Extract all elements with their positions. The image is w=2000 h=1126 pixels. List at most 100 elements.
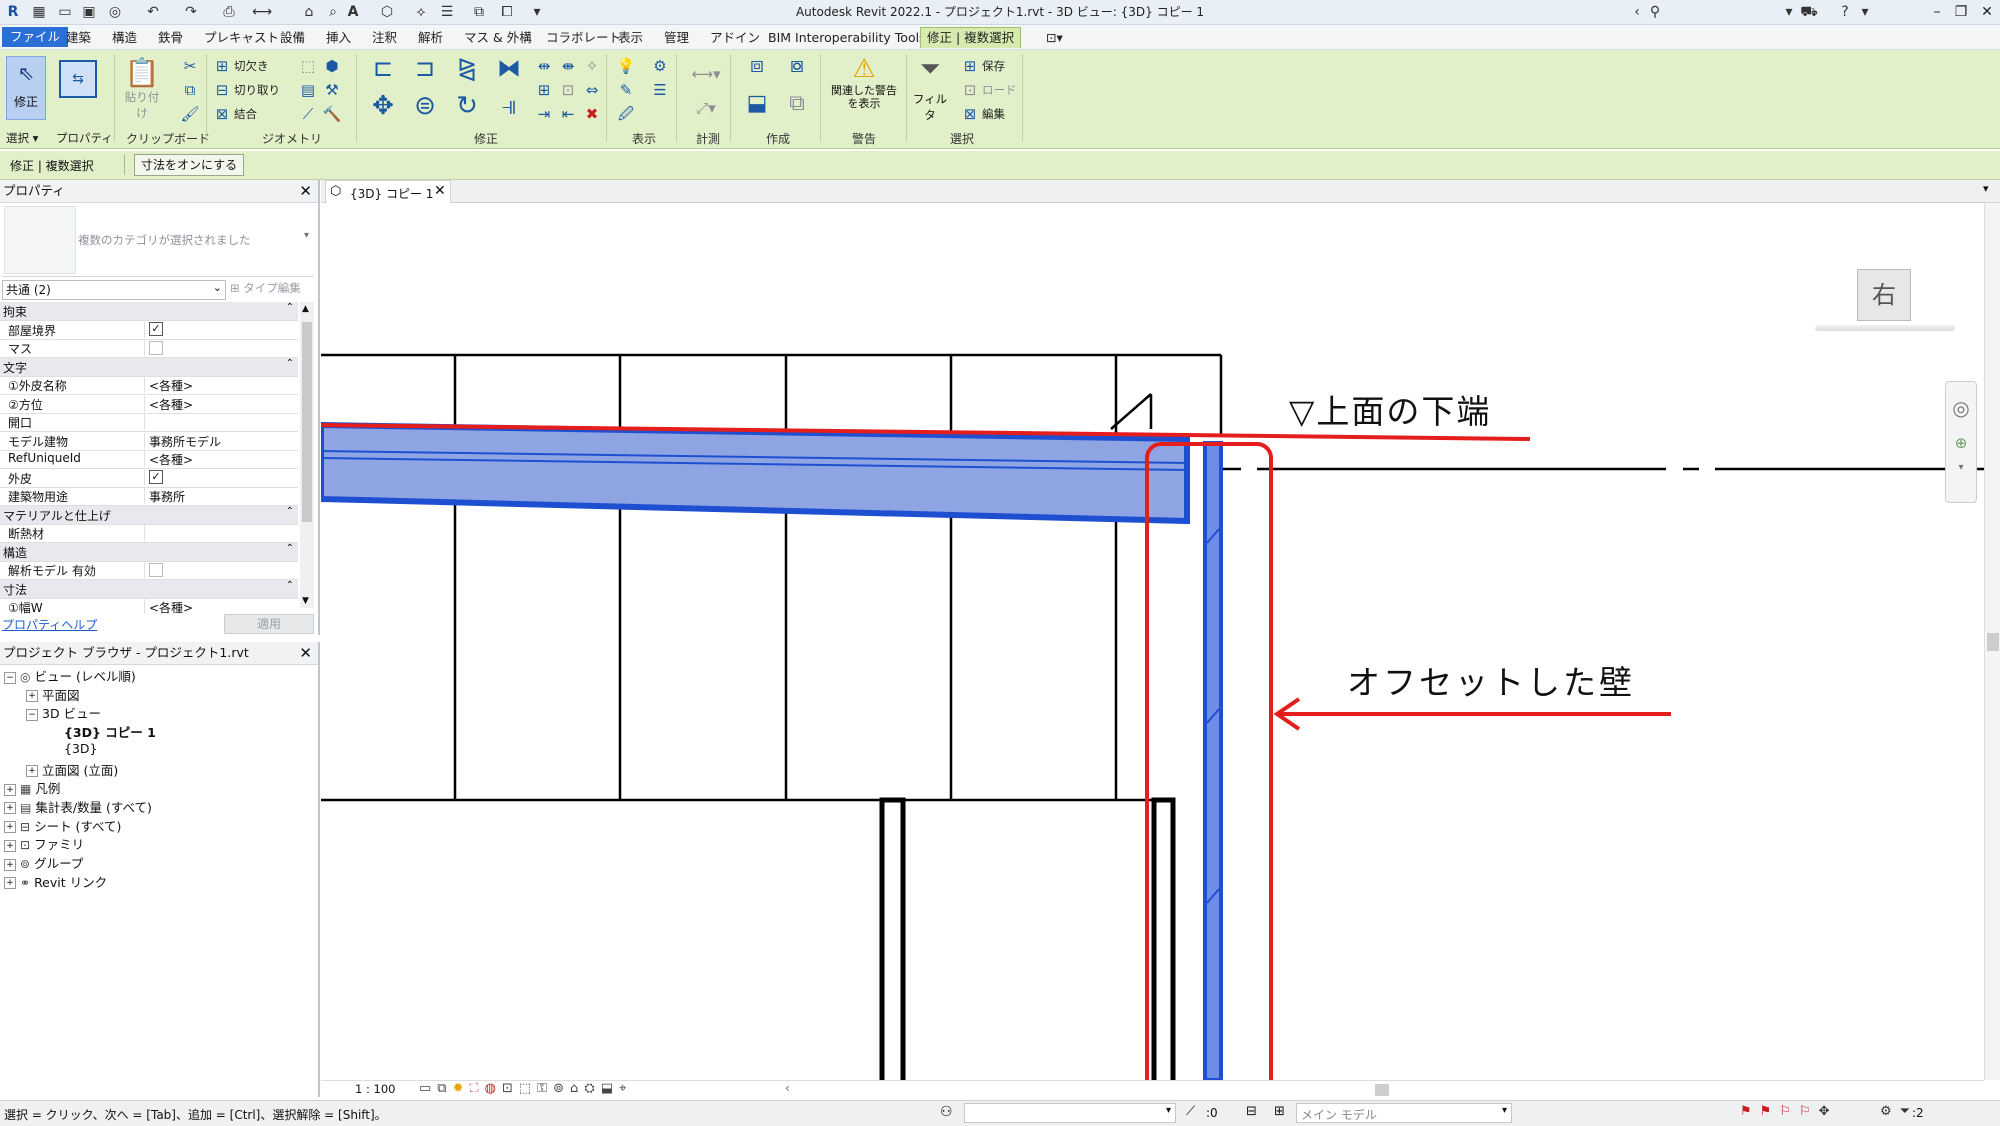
join-roof-icon[interactable]: ⟋ [298,104,318,124]
property-value[interactable] [144,414,289,430]
expand-icon[interactable]: + [4,839,16,852]
cut-scissors-icon[interactable]: ✂ [180,56,200,76]
browser-item[interactable]: + ⊡ ファミリ [4,834,84,853]
dropdown-icon[interactable]: ▾ [1780,3,1798,21]
horizontal-scroll-thumb[interactable] [1375,1084,1389,1096]
split-element-icon[interactable]: ⇹ [534,56,554,76]
tab-massing-site[interactable]: マス & 外構 [462,28,534,48]
property-row[interactable]: ①外皮名称 <各種> [0,376,298,395]
workset-select[interactable]: ▾ [964,1103,1176,1123]
property-row[interactable]: ②方位 <各種> [0,395,298,414]
design-option-select[interactable]: メイン モデル ▾ [1296,1103,1512,1123]
view-scale[interactable]: 1 : 100 [355,1082,395,1096]
expand-icon[interactable]: + [4,802,16,815]
paint-brush-icon[interactable]: 🖉 [616,104,636,124]
tab-view[interactable]: 表示 [616,28,645,48]
property-row[interactable]: ①幅W <各種> [0,598,298,614]
property-row[interactable]: 外皮 ✓ [0,469,298,488]
close-icon[interactable]: ✕ [299,180,312,202]
load-selection-label[interactable]: ロード [982,82,1017,98]
close-icon[interactable]: ✕ [299,642,312,664]
save-selection-label[interactable]: 保存 [982,58,1005,74]
selected-roof-slab[interactable] [321,421,1190,525]
hammer-icon[interactable]: 🔨 [322,104,342,124]
collapse-icon[interactable]: ⌃ [286,580,294,591]
scroll-left-icon[interactable]: ‹ [785,1081,790,1095]
property-category[interactable]: 拘束 ⌃ [0,302,298,321]
copy-element-icon[interactable]: ⊜ [410,93,440,126]
view-tab-3d-copy[interactable]: ⬡ {3D} コピー 1 ✕ [325,180,451,203]
trim-extend-icon[interactable]: ⫣ [494,93,524,126]
browser-item[interactable]: + ⊚ グループ [4,853,83,872]
show-related-warnings-button[interactable]: ⚠ 関連した警告 を表示 [826,54,902,124]
close-window-button[interactable]: ✕ [1972,2,2000,22]
save-selection-icon[interactable]: ⊞ [960,56,980,76]
property-row[interactable]: 建築物用途 事務所 [0,487,298,506]
main-model-icon[interactable]: ⊞ [1274,1104,1285,1119]
match-type-icon[interactable]: 🖌 [180,104,200,124]
offset-icon[interactable]: ⊐ [410,56,440,88]
property-value[interactable] [144,525,289,541]
tab-bim-interop[interactable]: BIM Interoperability Tools [766,28,928,48]
property-value[interactable]: <各種> [144,451,289,467]
steering-wheel-icon[interactable]: ◎ [1946,396,1976,420]
properties-scrollbar[interactable]: ▲ ▼ [300,302,314,608]
browser-item[interactable]: + ⊟ シート (すべて) [4,816,121,835]
cart-icon[interactable]: ⛟ [1800,3,1818,21]
mirror-draw-icon[interactable]: ⧓ [494,56,524,88]
browser-item[interactable]: −3D ビュー [26,703,101,722]
collapse-icon[interactable]: ⌃ [286,506,294,517]
property-row[interactable]: 解析モデル 有効 [0,561,298,580]
property-value[interactable]: <各種> [144,599,289,614]
delete-icon[interactable]: ✖ [582,104,602,124]
browser-item[interactable]: {3D} [48,741,97,756]
expand-icon[interactable]: + [26,765,38,777]
browser-item[interactable]: + 平面図 [26,685,80,704]
tab-collaborate[interactable]: コラボレート [544,28,623,48]
collapse-icon[interactable]: ⌃ [286,543,294,554]
browser-item[interactable]: + ⚭ Revit リンク [4,872,107,891]
collapse-icon[interactable]: ⌃ [286,358,294,369]
expand-icon[interactable]: + [26,690,38,703]
type-selector[interactable]: 複数のカテゴリが選択されました ▾ [2,204,314,277]
tab-insert[interactable]: 挿入 [324,28,353,48]
aligned-dimension-icon[interactable]: ⤢▾ [686,98,726,118]
property-value[interactable]: <各種> [144,395,289,412]
tab-annotate[interactable]: 注釈 [370,28,399,48]
scroll-up-icon[interactable]: ▲ [302,304,309,314]
offset-wall[interactable] [1203,441,1223,1080]
expand-icon[interactable]: + [4,858,16,871]
join-label[interactable]: 結合 [234,106,257,122]
ribbon-minimize-toggle[interactable]: ⊡▾ [1044,28,1065,48]
mirror-axis-icon[interactable]: ⧎ [452,56,482,88]
tab-addins[interactable]: アドイン [708,28,762,48]
property-row[interactable]: RefUniqueId <各種> [0,450,298,469]
tab-file[interactable]: ファイル [2,27,69,47]
tab-systems[interactable]: 設備 [278,28,307,48]
create-similar-icon[interactable]: ⧉ [782,93,812,124]
scroll-thumb[interactable] [302,322,312,522]
properties-help-link[interactable]: プロパティヘルプ [2,616,97,633]
tab-modify-multiselect[interactable]: 修正 | 複数選択 [920,27,1022,48]
expand-icon[interactable]: + [4,783,16,796]
drawing-canvas[interactable]: ▽上面の下端 オフセットした壁 右 ◎ ⊕ ▾ [321,203,1984,1080]
help-dropdown-icon[interactable]: ▾ [1856,3,1874,21]
tab-structure[interactable]: 構造 [110,28,139,48]
edit-type-button[interactable]: ⊞ タイプ編集 [230,280,301,296]
paste-button[interactable]: 📋 貼り付け [120,56,164,120]
nav-chevron-down-icon[interactable]: ▾ [1946,462,1976,473]
tab-steel[interactable]: 鉄骨 [156,28,185,48]
property-value[interactable]: <各種> [144,377,289,393]
cope-icon[interactable]: ⊞ [212,56,232,76]
linework-icon[interactable]: ✎ [616,80,636,100]
collapse-icon[interactable]: ⌃ [286,302,294,313]
binoculars-icon[interactable]: ⚲ [1646,3,1664,21]
tab-precast[interactable]: プレキャスト [202,28,281,48]
create-group-icon[interactable]: ⬓ [742,93,772,124]
join-icon[interactable]: ⊠ [212,104,232,124]
collapse-icon[interactable]: − [26,708,38,721]
checkbox[interactable] [149,340,163,355]
view-vertical-scrollbar[interactable] [1984,203,2000,1080]
scroll-thumb[interactable] [1987,633,1999,651]
copy-icon[interactable]: ⧉ [180,80,200,100]
